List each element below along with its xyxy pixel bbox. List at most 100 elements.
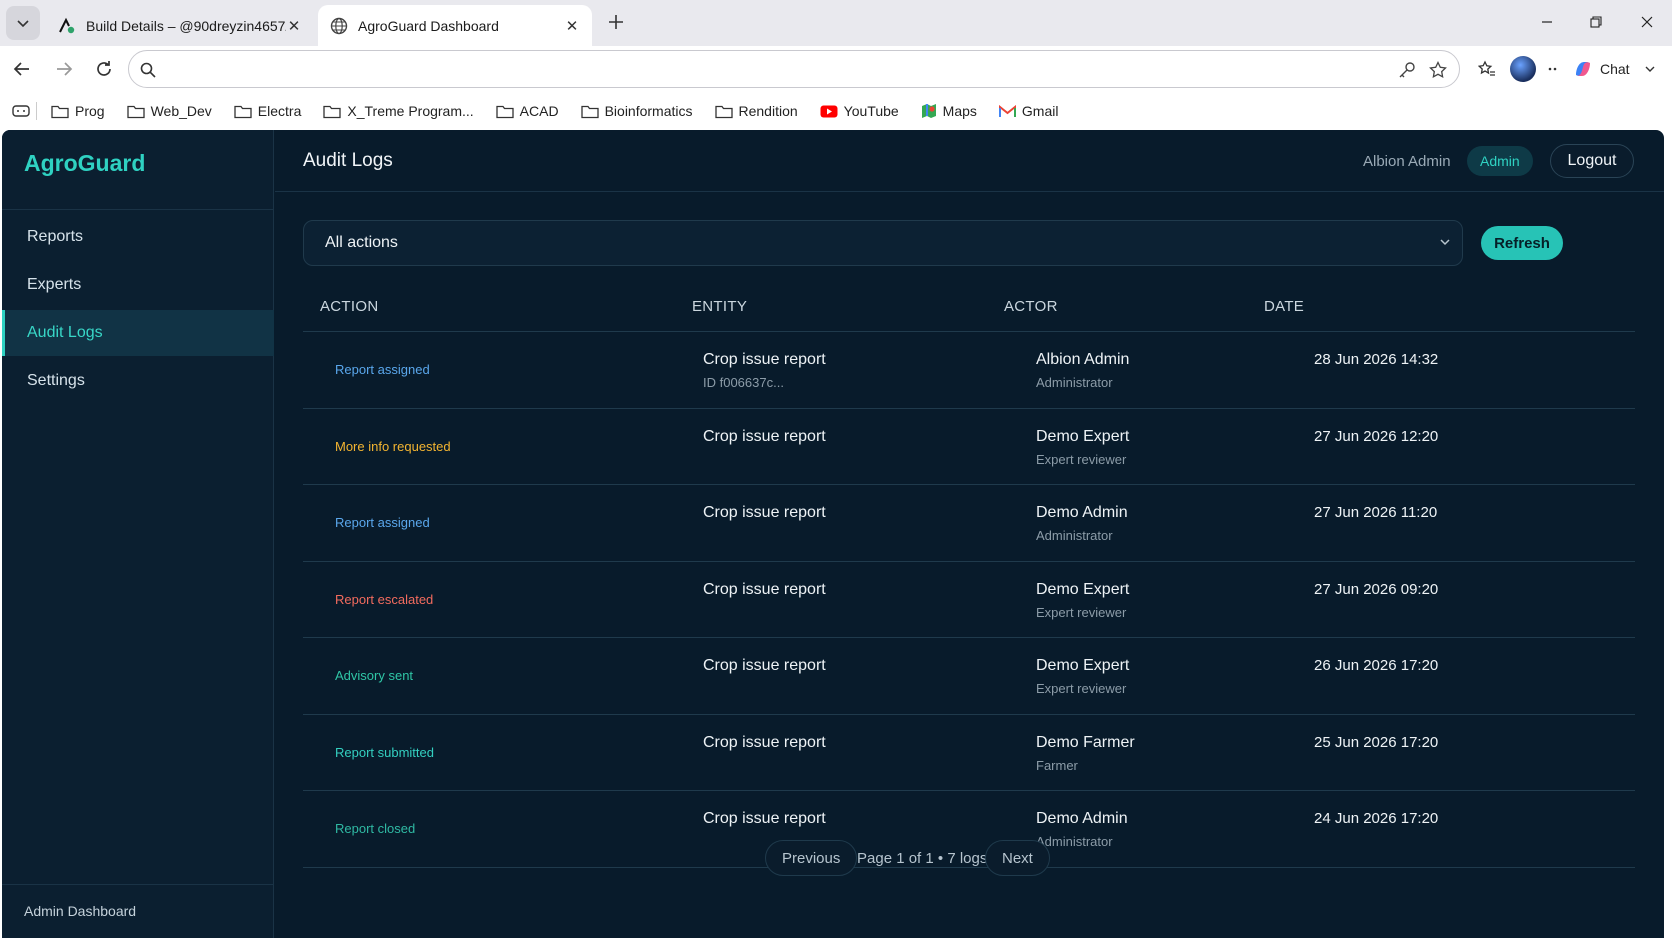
tab-agroguard-dashboard[interactable]: AgroGuard Dashboard ✕ (318, 5, 592, 46)
address-input[interactable] (163, 57, 1363, 81)
column-header-date: DATE (1264, 298, 1305, 315)
profile-avatar[interactable] (1510, 56, 1536, 82)
table-row[interactable]: Report escalated Crop issue report Demo Ex… (303, 562, 1635, 638)
table-row[interactable]: More info requested Crop issue report Demo… (303, 409, 1635, 485)
bookmark-folder[interactable]: Prog (51, 103, 105, 119)
entity-name: Crop issue report (703, 427, 826, 445)
copilot-chat-button[interactable]: Chat (1572, 54, 1656, 84)
table-row[interactable]: Advisory sent Crop issue report Demo Exper… (303, 638, 1635, 715)
action-label: Report closed (335, 821, 416, 836)
build-site-icon (59, 17, 75, 33)
sidebar-item-audit-logs[interactable]: Audit Logs (2, 310, 274, 356)
bookmarks-bar: Prog Web_Dev Electra X_Treme Program... … (0, 92, 1672, 130)
close-tab-icon[interactable]: ✕ (564, 17, 580, 35)
log-date: 28 Jun 2026 14:32 (1314, 351, 1439, 368)
reading-mode-icon[interactable] (12, 104, 30, 118)
copilot-icon (1576, 62, 1590, 76)
action-label: Report escalated (335, 591, 434, 607)
new-tab-button[interactable] (602, 8, 630, 36)
tab-build-details[interactable]: Build Details – @90dreyzin4657/ ✕ (46, 5, 314, 46)
restore-button[interactable] (1581, 8, 1611, 36)
bookmark-maps[interactable]: Maps (921, 103, 977, 119)
action-filter-value: All actions (325, 234, 398, 251)
password-key-icon[interactable] (1396, 59, 1418, 81)
actor-name: Albion Admin (1036, 351, 1130, 368)
current-user-name: Albion Admin (1363, 153, 1451, 170)
action-label: Report assigned (335, 515, 430, 530)
restore-icon (1590, 16, 1602, 28)
bookmark-folder[interactable]: Web_Dev (126, 103, 212, 119)
actor-name: Demo Expert (1036, 427, 1130, 445)
next-page-button[interactable]: Next (985, 840, 1050, 876)
back-button[interactable] (8, 55, 36, 83)
search-icon (137, 59, 159, 81)
bookmark-folder[interactable]: Bioinformatics (580, 103, 693, 119)
log-date: 24 Jun 2026 17:20 (1314, 810, 1439, 827)
favorite-star-icon[interactable] (1427, 59, 1449, 81)
tab-list-button[interactable] (6, 6, 40, 40)
brand-logo[interactable]: AgroGuard (24, 150, 145, 177)
bookmark-youtube[interactable]: YouTube (820, 103, 899, 119)
entity-name: Crop issue report (703, 810, 826, 827)
sidebar-item-settings[interactable]: Settings (2, 358, 274, 404)
actor-role: Administrator (1036, 528, 1113, 543)
browser-toolbar: Chat (0, 46, 1672, 92)
actor-name: Demo Admin (1036, 504, 1128, 521)
maps-icon (921, 104, 936, 118)
close-tab-icon[interactable]: ✕ (286, 17, 302, 35)
folder-icon (496, 105, 514, 118)
bookmark-folder[interactable]: X_Treme Program... (323, 103, 474, 119)
minimize-icon (1542, 21, 1552, 23)
entity-name: Crop issue report (703, 351, 826, 368)
sidebar-item-experts[interactable]: Experts (2, 262, 274, 308)
actor-name: Demo Expert (1036, 657, 1130, 674)
plus-icon (609, 15, 623, 29)
refresh-button[interactable]: Refresh (1481, 226, 1563, 260)
reload-icon (97, 61, 111, 76)
favorites-icon[interactable] (1473, 55, 1501, 83)
entity-name: Crop issue report (703, 504, 826, 521)
tab-title: AgroGuard Dashboard (358, 17, 499, 34)
log-date: 26 Jun 2026 17:20 (1314, 657, 1439, 674)
actor-name: Demo Admin (1036, 810, 1128, 827)
tab-title: Build Details – @90dreyzin4657/ (86, 17, 286, 34)
action-label: Advisory sent (335, 668, 414, 683)
logout-button[interactable]: Logout (1550, 144, 1634, 178)
previous-page-button[interactable]: Previous (765, 840, 858, 876)
action-label: Report assigned (335, 362, 430, 377)
table-row[interactable]: Report assigned Crop issue report Demo Adm… (303, 485, 1635, 562)
action-label: More info requested (335, 438, 451, 454)
bookmark-gmail[interactable]: Gmail (998, 103, 1058, 119)
sidebar: AgroGuard Reports Experts Audit Logs Set… (2, 130, 274, 938)
audit-log-table: ACTION ENTITY ACTOR DATE Report assigned… (303, 276, 1635, 868)
bookmark-folder[interactable]: ACAD (496, 103, 559, 119)
bookmark-folder[interactable]: Rendition (714, 103, 798, 119)
table-row[interactable]: Report submitted Crop issue report Demo Fa… (303, 715, 1635, 791)
table-body: Report assigned Crop issue report ID f0066… (303, 332, 1635, 868)
folder-icon (51, 105, 69, 118)
close-icon (1641, 16, 1653, 28)
log-date: 27 Jun 2026 09:20 (1314, 580, 1439, 598)
sidebar-item-reports[interactable]: Reports (2, 214, 274, 260)
arrow-left-icon (13, 62, 29, 76)
log-date: 27 Jun 2026 11:20 (1314, 504, 1438, 521)
chevron-down-icon (1440, 239, 1450, 246)
bookmark-folder[interactable]: Electra (234, 103, 301, 119)
chevron-down-icon (1645, 66, 1655, 72)
column-header-action: ACTION (320, 298, 379, 315)
chat-label: Chat (1600, 61, 1630, 77)
action-filter-select[interactable]: All actions (303, 220, 1463, 266)
sidebar-footer: Admin Dashboard (24, 903, 137, 919)
table-row[interactable]: Report assigned Crop issue report ID f0066… (303, 332, 1635, 409)
forward-button[interactable] (50, 55, 78, 83)
table-header: ACTION ENTITY ACTOR DATE (303, 276, 1635, 332)
reload-button[interactable] (90, 55, 118, 83)
address-bar[interactable] (128, 50, 1460, 88)
entity-name: Crop issue report (703, 580, 826, 598)
action-label: Report submitted (335, 744, 434, 760)
role-badge: Admin (1467, 146, 1533, 176)
more-options-icon[interactable] (1540, 55, 1568, 83)
minimize-button[interactable] (1532, 8, 1562, 36)
folder-icon (580, 105, 599, 118)
close-window-button[interactable] (1632, 8, 1662, 36)
